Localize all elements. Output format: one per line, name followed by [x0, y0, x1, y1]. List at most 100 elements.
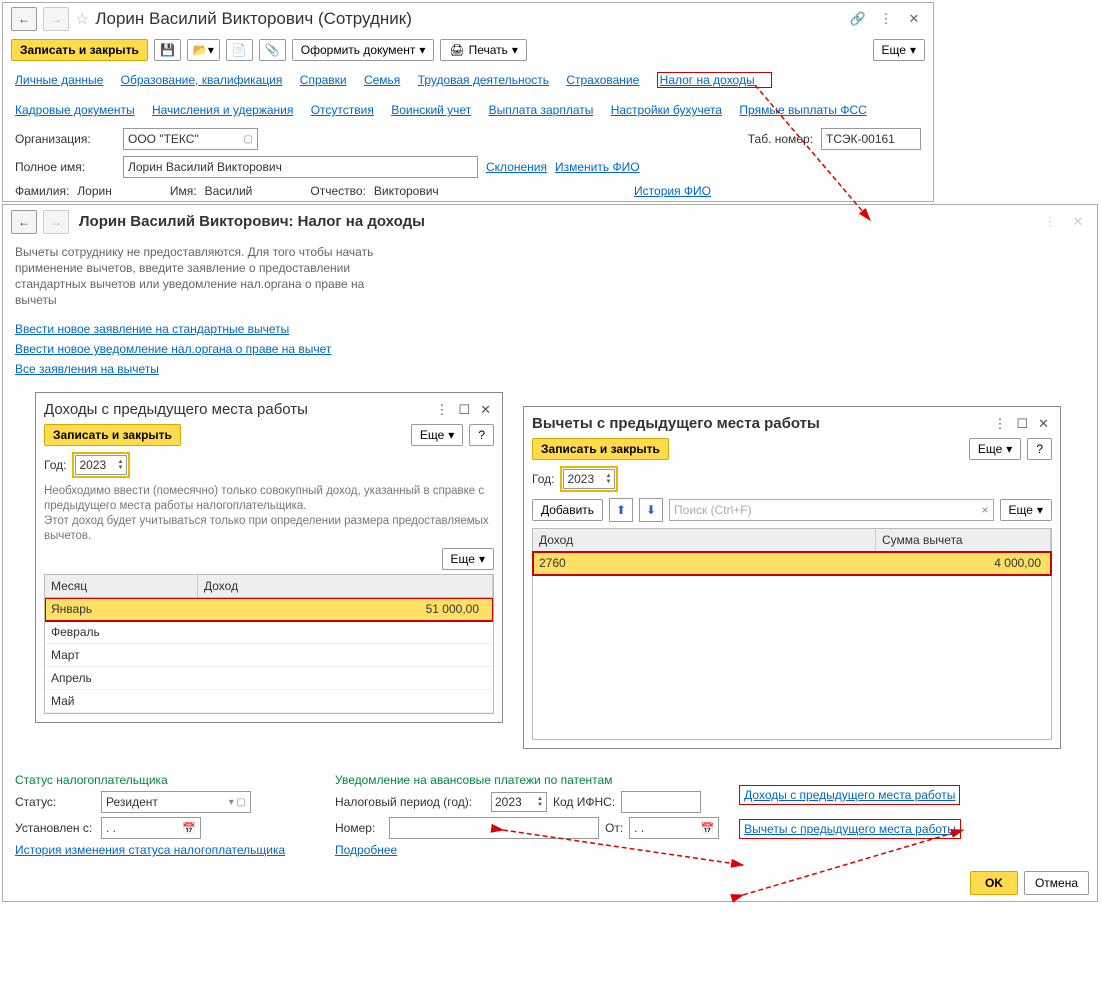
p1-max-icon[interactable]: ☐: [455, 402, 473, 418]
cancel-button[interactable]: Отмена: [1024, 871, 1089, 895]
table-row[interactable]: 27604 000,00: [533, 552, 1051, 575]
p1-year-lbl: Год:: [44, 458, 66, 472]
num-input[interactable]: [389, 817, 599, 839]
p2-max-icon[interactable]: ☐: [1013, 416, 1031, 432]
tab-absence[interactable]: Отсутствия: [311, 103, 374, 117]
link-all-apps[interactable]: Все заявления на вычеты: [15, 362, 1085, 376]
p1-title: Доходы с предыдущего места работы: [44, 401, 432, 418]
panel-deductions-prev: Вычеты с предыдущего места работы ⋮ ☐ ✕ …: [523, 406, 1061, 749]
p2-year-lbl: Год:: [532, 472, 554, 486]
sub-title: Лорин Василий Викторович: Налог на доход…: [75, 209, 1033, 234]
link-new-std[interactable]: Ввести новое заявление на стандартные вы…: [15, 322, 1085, 336]
p1-save-close[interactable]: Записать и закрыть: [44, 424, 181, 446]
folder-button[interactable]: 📂▾: [187, 39, 220, 61]
p1-col-month: Месяц: [45, 575, 198, 597]
clear-search-icon[interactable]: ×: [982, 503, 989, 517]
ot-input[interactable]: . .📅: [629, 817, 719, 839]
tab-hr-docs[interactable]: Кадровые документы: [15, 103, 135, 117]
tab-salary-pay[interactable]: Выплата зарплаты: [489, 103, 594, 117]
patronymic-label: Отчество:: [310, 184, 366, 198]
window-title: Лорин Василий Викторович (Сотрудник): [95, 9, 841, 29]
period-input[interactable]: 2023▲▼: [491, 792, 547, 812]
table-row[interactable]: Январь51 000,00: [45, 598, 493, 621]
tab-insurance[interactable]: Страхование: [566, 73, 639, 87]
p1-more-2[interactable]: Еще ▾: [442, 548, 494, 570]
declensions-link[interactable]: Склонения: [486, 160, 547, 174]
tab-refs[interactable]: Справки: [300, 73, 347, 87]
p2-close-icon[interactable]: ✕: [1035, 416, 1052, 432]
fullname-label: Полное имя:: [15, 160, 115, 174]
tab-work[interactable]: Трудовая деятельность: [418, 73, 549, 87]
menu-icon-2[interactable]: ⋮: [1039, 211, 1061, 233]
p1-year-input[interactable]: 2023▲▼: [75, 455, 127, 475]
link-deduct-prev[interactable]: Вычеты с предыдущего места работы: [744, 822, 956, 836]
p2-menu-icon[interactable]: ⋮: [990, 416, 1009, 432]
tab-acc-settings[interactable]: Настройки бухучета: [611, 103, 722, 117]
tab-payroll[interactable]: Начисления и удержания: [152, 103, 293, 117]
p2-help[interactable]: ?: [1027, 438, 1052, 460]
p2-save-close[interactable]: Записать и закрыть: [532, 438, 669, 460]
nav-back[interactable]: ←: [11, 7, 37, 31]
tab-family[interactable]: Семья: [364, 73, 400, 87]
favorite-icon[interactable]: ☆: [75, 9, 89, 29]
ifns-input[interactable]: [621, 791, 701, 813]
tab-education[interactable]: Образование, квалификация: [121, 73, 283, 87]
p2-add[interactable]: Добавить: [532, 499, 603, 521]
save-button[interactable]: 💾: [154, 39, 181, 61]
link-icon[interactable]: 🔗: [847, 8, 869, 30]
p2-table: Доход Сумма вычета 27604 000,00: [532, 528, 1052, 740]
close-icon-2[interactable]: ✕: [1067, 211, 1089, 233]
p1-help[interactable]: ?: [469, 424, 494, 446]
org-input[interactable]: ООО "ТЕКС"▢: [123, 128, 258, 150]
fio-history-link[interactable]: История ФИО: [634, 184, 711, 198]
tab-tax[interactable]: Налог на доходы: [660, 73, 755, 87]
status-input[interactable]: Резидент▾ ▢: [101, 791, 251, 813]
close-icon[interactable]: ✕: [903, 8, 925, 30]
p1-col-income: Доход: [198, 575, 493, 597]
p1-more[interactable]: Еще ▾: [411, 424, 463, 446]
surname-label: Фамилия:: [15, 184, 69, 198]
ok-button[interactable]: OK: [970, 871, 1018, 895]
calendar-icon[interactable]: 📅: [182, 822, 196, 835]
ust-input[interactable]: . .📅: [101, 817, 201, 839]
link-income-prev[interactable]: Доходы с предыдущего места работы: [744, 788, 955, 802]
fullname-input[interactable]: Лорин Василий Викторович: [123, 156, 478, 178]
p1-menu-icon[interactable]: ⋮: [432, 402, 451, 418]
table-row[interactable]: Апрель: [45, 667, 493, 690]
table-row[interactable]: Май: [45, 690, 493, 713]
table-row[interactable]: Март: [45, 644, 493, 667]
p2-more-2[interactable]: Еще ▾: [1000, 499, 1052, 521]
move-down-icon[interactable]: ⬇: [639, 498, 663, 522]
attach-button[interactable]: 📎: [259, 39, 286, 61]
ifns-lbl: Код ИФНС:: [553, 795, 615, 809]
table-row[interactable]: Февраль: [45, 621, 493, 644]
save-close-button[interactable]: Записать и закрыть: [11, 39, 148, 61]
p2-search[interactable]: Поиск (Ctrl+F)×: [669, 499, 994, 521]
change-fio-link[interactable]: Изменить ФИО: [555, 160, 640, 174]
make-doc-button[interactable]: Оформить документ ▾: [292, 39, 435, 61]
nav-fwd-2[interactable]: →: [43, 210, 69, 234]
nav-fwd[interactable]: →: [43, 7, 69, 31]
link-new-notice[interactable]: Ввести новое уведомление нал.органа о пр…: [15, 342, 1085, 356]
file-button[interactable]: 📄: [226, 39, 253, 61]
move-up-icon[interactable]: ⬆: [609, 498, 633, 522]
more-link[interactable]: Подробнее: [335, 843, 397, 857]
p2-year-input[interactable]: 2023▲▼: [563, 469, 615, 489]
tabnum-input[interactable]: ТСЭК-00161: [821, 128, 921, 150]
picker-icon[interactable]: ▢: [244, 134, 253, 145]
calendar-icon[interactable]: 📅: [700, 822, 714, 835]
more-button[interactable]: Еще ▾: [873, 39, 925, 61]
p2-more[interactable]: Еще ▾: [969, 438, 1021, 460]
tab-personal[interactable]: Личные данные: [15, 73, 103, 87]
firstname-value: Василий: [205, 184, 253, 198]
menu-icon[interactable]: ⋮: [875, 8, 897, 30]
status-history-link[interactable]: История изменения статуса налогоплательщ…: [15, 843, 285, 857]
tab-fss[interactable]: Прямые выплаты ФСС: [739, 103, 866, 117]
nav-back-2[interactable]: ←: [11, 210, 37, 234]
p1-close-icon[interactable]: ✕: [477, 402, 494, 418]
org-label: Организация:: [15, 132, 115, 146]
p1-table: Месяц Доход Январь51 000,00 Февраль Март…: [44, 574, 494, 714]
firstname-label: Имя:: [170, 184, 197, 198]
print-button[interactable]: 🖨 Печать ▾: [440, 39, 527, 61]
tab-military[interactable]: Воинский учет: [391, 103, 471, 117]
